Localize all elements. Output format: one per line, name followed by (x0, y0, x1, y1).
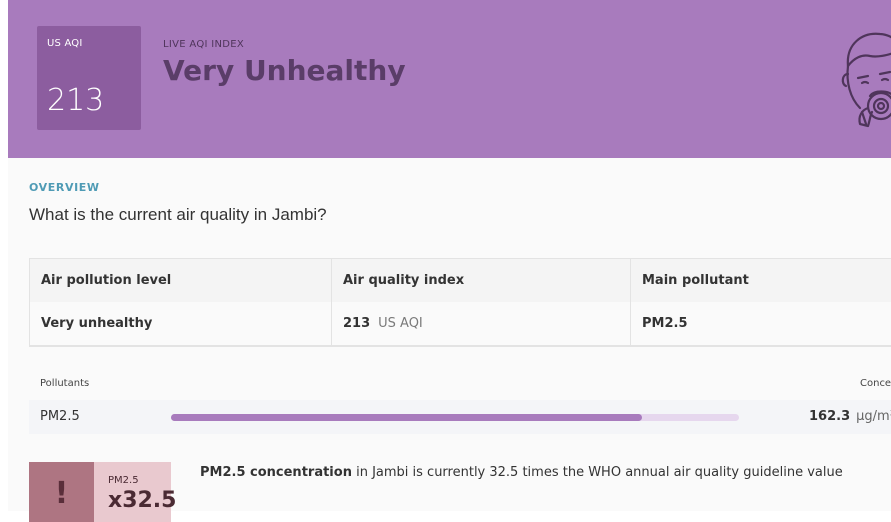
pollutant-row: PM2.5 162.3 µg/m³ (29, 400, 891, 434)
pollutant-concentration-unit: µg/m³ (856, 409, 891, 424)
column-divider (630, 259, 631, 345)
cell-aqi: 213 US AQI (343, 302, 423, 344)
table-header-row: Air pollution level Air quality index Ma… (30, 259, 891, 302)
cell-aqi-value: 213 (343, 315, 371, 331)
live-aqi-kicker: LIVE AQI INDEX (163, 39, 245, 50)
pollutant-concentration-value: 162.3 (809, 409, 851, 424)
aqi-status-title: Very Unhealthy (163, 54, 406, 87)
aqi-badge-value: 213 (47, 83, 105, 118)
pollutants-header: Pollutants (40, 378, 90, 389)
who-ratio-box: PM2.5 x32.5 (94, 462, 176, 522)
cell-pollution-level: Very unhealthy (41, 315, 153, 331)
overview-label: OVERVIEW (29, 181, 100, 194)
table-row: Very unhealthy 213 US AQI PM2.5 (30, 302, 891, 344)
who-guideline-card: ! PM2.5 x32.5 (29, 462, 176, 522)
pollutant-name: PM2.5 (40, 409, 80, 424)
who-ratio-value: x32.5 (108, 488, 177, 513)
who-text-rest: in Jambi is currently 32.5 times the WHO… (351, 465, 843, 480)
header-aqi: Air quality index (343, 273, 465, 288)
pollutant-concentration: 162.3 µg/m³ (809, 409, 891, 424)
header-main-pollutant: Main pollutant (642, 273, 749, 288)
header-pollution-level: Air pollution level (41, 273, 172, 288)
cell-aqi-unit: US AQI (378, 315, 423, 331)
pollutant-level-fill (171, 414, 643, 421)
who-ratio-label: PM2.5 (108, 475, 139, 486)
air-quality-table: Air pollution level Air quality index Ma… (29, 258, 891, 347)
main-content: OVERVIEW What is the current air quality… (8, 158, 891, 522)
aqi-badge: US AQI 213 (37, 26, 141, 130)
gas-mask-face-icon (841, 32, 891, 128)
concentration-header: Conce (860, 378, 891, 389)
who-text-bold: PM2.5 concentration (200, 465, 352, 480)
cell-main-pollutant: PM2.5 (642, 315, 688, 331)
aqi-hero-banner: US AQI 213 LIVE AQI INDEX Very Unhealthy (8, 0, 891, 158)
overview-question: What is the current air quality in Jambi… (29, 205, 327, 224)
column-divider (331, 259, 332, 345)
pollutant-level-bar (171, 414, 739, 421)
aqi-badge-label: US AQI (47, 38, 83, 49)
left-margin (0, 0, 8, 511)
exclamation-icon: ! (29, 462, 94, 522)
who-guideline-text: PM2.5 concentration in Jambi is currentl… (200, 465, 843, 480)
